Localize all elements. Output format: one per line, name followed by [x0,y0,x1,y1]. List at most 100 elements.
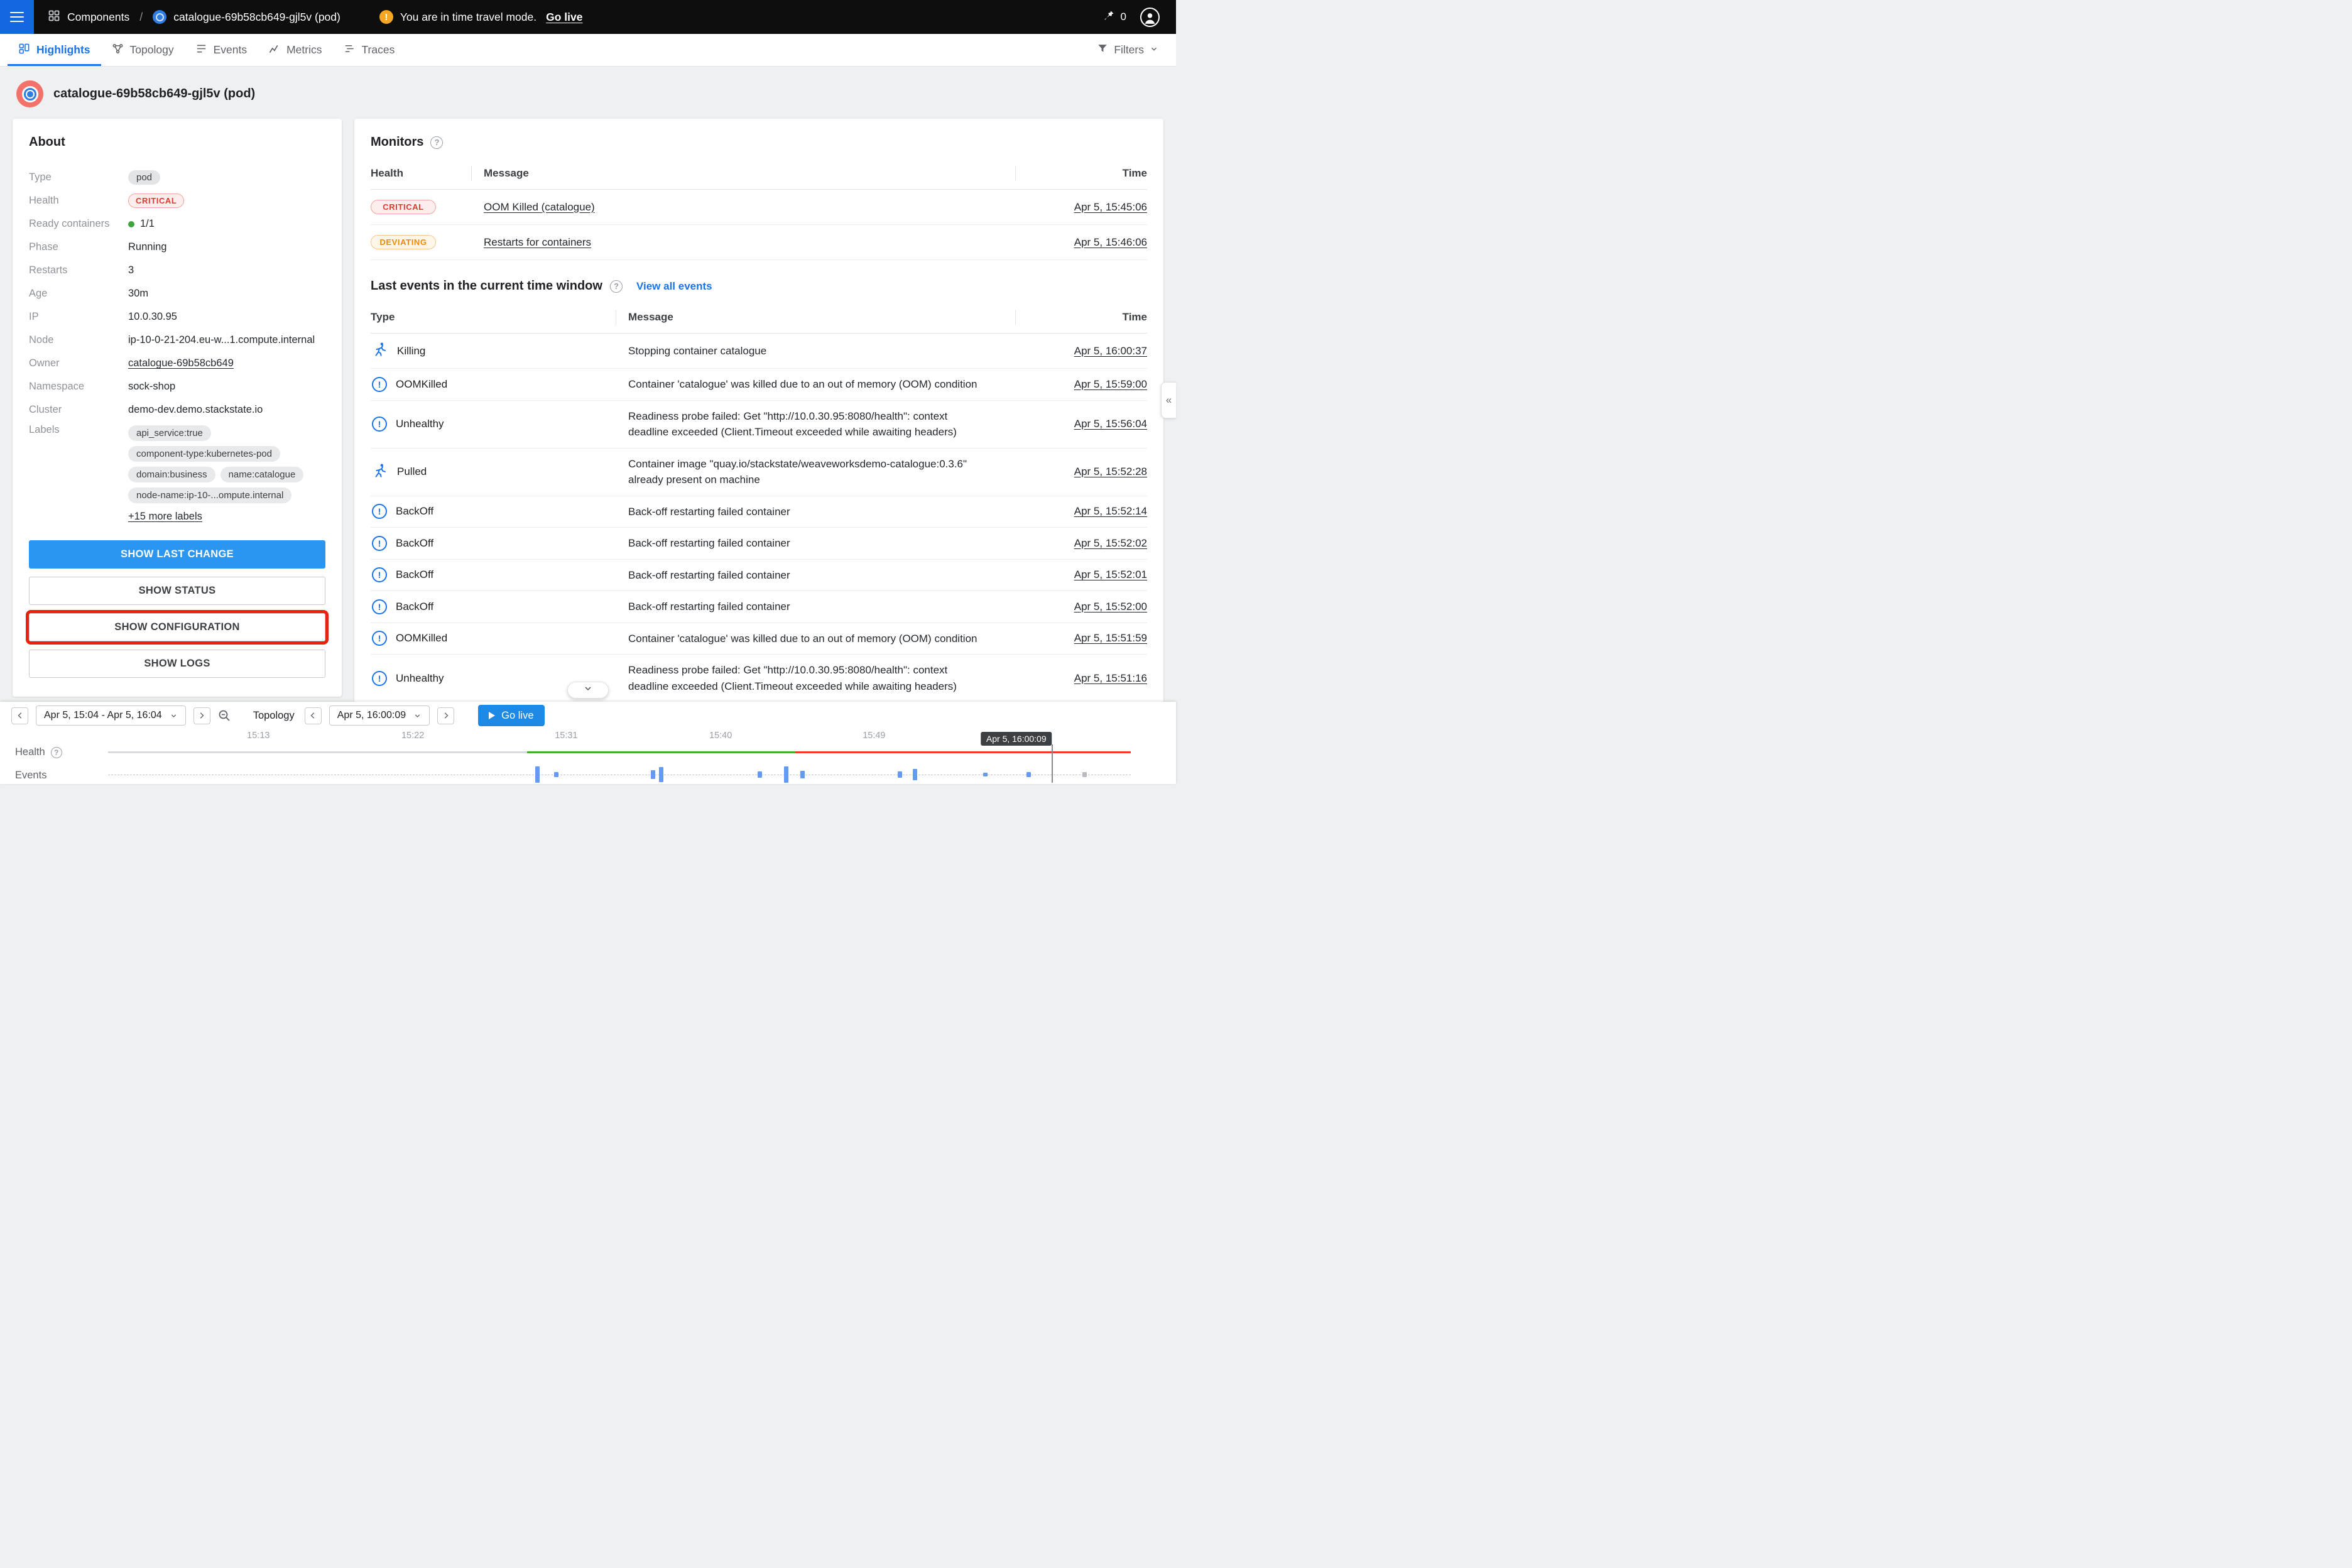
topology-time-dropdown[interactable]: Apr 5, 16:00:09 [329,705,430,726]
event-type: Killing [397,345,425,357]
collapse-panel-button[interactable]: « [1161,382,1176,418]
events-list-icon [195,43,207,58]
label-pills: api_service:true component-type:kubernet… [128,424,325,503]
time-forward-button[interactable] [437,707,454,724]
time-range-dropdown[interactable]: Apr 5, 15:04 - Apr 5, 16:04 [36,705,186,726]
label-pill: domain:business [128,467,215,482]
type-badge: pod [128,170,160,185]
show-last-change-button[interactable]: SHOW LAST CHANGE [29,540,325,569]
funnel-icon [1097,43,1108,57]
health-segment [795,751,1131,753]
monitor-link[interactable]: OOM Killed (catalogue) [484,201,595,213]
view-all-events-link[interactable]: View all events [636,280,712,293]
about-row-node: Node ip-10-0-21-204.eu-w...1.compute.int… [29,329,325,352]
event-message: Stopping container catalogue [616,343,1015,359]
metrics-chart-icon [268,43,280,58]
info-icon: ! [372,599,387,614]
details-panel: Monitors ? Health Message Time CRITICAL … [354,119,1163,704]
time-travel-message: You are in time travel mode. [400,11,536,24]
timeline-events-label: Events [15,770,46,781]
event-time-link[interactable]: Apr 5, 15:52:28 [1074,466,1147,477]
help-icon[interactable]: ? [610,280,623,293]
event-bar [651,770,655,779]
chevron-right-icon [442,711,450,720]
monitors-title: Monitors [371,135,423,150]
event-bar [659,767,663,782]
table-row: ! BackOff Back-off restarting failed con… [371,591,1147,623]
event-time-link[interactable]: Apr 5, 15:52:02 [1074,537,1147,549]
event-bar [983,773,988,776]
event-bar [800,771,805,778]
event-time-link[interactable]: Apr 5, 15:52:00 [1074,601,1147,612]
event-type: BackOff [396,601,433,613]
tab-metrics[interactable]: Metrics [258,34,332,66]
tab-events[interactable]: Events [185,34,258,66]
page-header: catalogue-69b58cb649-gjl5v (pod) [0,67,1176,119]
event-type: BackOff [396,569,433,581]
range-forward-button[interactable] [193,707,210,724]
about-row-restarts: Restarts 3 [29,259,325,282]
about-row-health: Health CRITICAL [29,189,325,212]
event-time-link[interactable]: Apr 5, 15:51:59 [1074,632,1147,644]
breadcrumb-components[interactable]: Components [48,9,129,25]
time-back-button[interactable] [305,707,322,724]
event-time-link[interactable]: Apr 5, 15:52:01 [1074,569,1147,580]
health-critical-badge: CRITICAL [128,193,184,208]
expand-timeline-button[interactable] [567,682,609,699]
timeline-tick: 15:22 [401,731,424,741]
help-icon[interactable]: ? [430,136,443,149]
event-type: OOMKilled [396,632,447,645]
zoom-out-button[interactable] [217,708,232,723]
monitor-link[interactable]: Restarts for containers [484,236,591,248]
time-marker-line[interactable] [1052,744,1053,783]
monitor-time-link[interactable]: Apr 5, 15:45:06 [1074,201,1147,213]
event-bar [1082,772,1087,777]
timeline-health-label: Health ? [15,746,62,758]
top-bar: Components / catalogue-69b58cb649-gjl5v … [0,0,1176,34]
about-title: About [29,135,325,150]
about-row-cluster: Cluster demo-dev.demo.stackstate.io [29,398,325,422]
show-logs-button[interactable]: SHOW LOGS [29,650,325,678]
event-type: Unhealthy [396,672,444,685]
timeline-axis[interactable]: Apr 5, 16:00:09 15:1315:2215:3115:4015:4… [108,729,1131,784]
hamburger-menu-button[interactable] [0,0,34,34]
traces-icon [344,43,356,58]
user-avatar[interactable] [1140,8,1160,27]
show-configuration-button[interactable]: SHOW CONFIGURATION [29,613,325,641]
tab-topology[interactable]: Topology [101,34,185,66]
event-time-link[interactable]: Apr 5, 15:59:00 [1074,378,1147,390]
event-time-link[interactable]: Apr 5, 15:51:16 [1074,672,1147,684]
info-icon: ! [372,504,387,519]
tab-traces[interactable]: Traces [333,34,406,66]
event-time-link[interactable]: Apr 5, 15:52:14 [1074,505,1147,517]
help-icon[interactable]: ? [51,747,62,758]
more-labels-link[interactable]: +15 more labels [128,511,202,523]
table-row: ! OOMKilled Container 'catalogue' was ki… [371,623,1147,655]
range-back-button[interactable] [11,707,28,724]
filters-button[interactable]: Filters [1097,34,1168,66]
events-header: Last events in the current time window ?… [371,279,1147,293]
event-message: Container image "quay.io/stackstate/weav… [616,456,1015,488]
event-message: Container 'catalogue' was killed due to … [616,631,1015,647]
breadcrumb-entity[interactable]: catalogue-69b58cb649-gjl5v (pod) [153,10,340,24]
tab-highlights[interactable]: Highlights [8,34,101,66]
pin-button[interactable]: 0 [1102,9,1126,25]
topbar-actions: 0 [1102,8,1176,27]
event-bar [913,769,917,780]
table-row: ! Unhealthy Readiness probe failed: Get … [371,655,1147,702]
timeline-tick: 15:31 [555,731,577,741]
table-row: Killing Stopping container catalogue Apr… [371,334,1147,369]
event-time-link[interactable]: Apr 5, 15:56:04 [1074,418,1147,430]
chevron-down-icon [1150,43,1158,57]
event-time-link[interactable]: Apr 5, 16:00:37 [1074,345,1147,357]
about-row-type: Type pod [29,166,325,189]
main-content: About Type pod Health CRITICAL Ready con… [0,119,1176,704]
chevron-left-icon [308,711,317,720]
monitors-header: Monitors ? [371,135,1147,150]
show-status-button[interactable]: SHOW STATUS [29,577,325,605]
monitor-time-link[interactable]: Apr 5, 15:46:06 [1074,236,1147,248]
go-live-link[interactable]: Go live [546,11,582,24]
owner-link[interactable]: catalogue-69b58cb649 [128,357,234,369]
critical-badge: CRITICAL [371,200,436,214]
go-live-button[interactable]: Go live [478,705,544,726]
